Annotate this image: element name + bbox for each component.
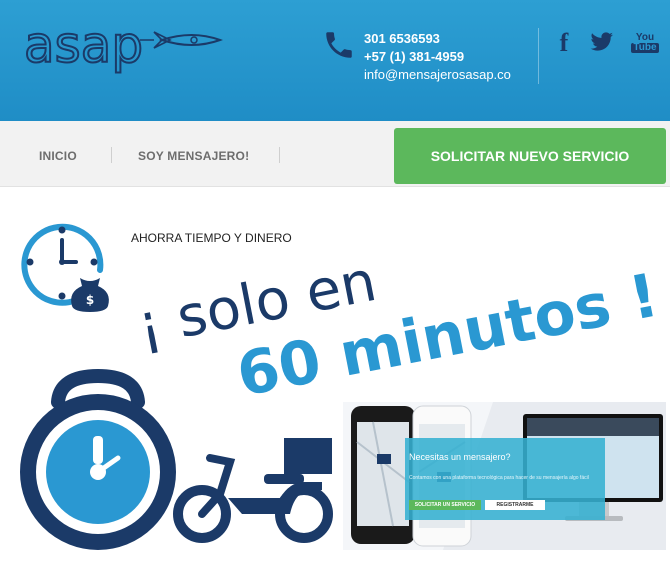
nav-divider (111, 147, 112, 163)
devices-promo: Necesitas un mensajero? Contamos con una… (343, 402, 666, 550)
youtube-icon[interactable]: You Tube (631, 30, 659, 56)
money-bag-icon: $ (71, 278, 109, 312)
asap-logo[interactable]: asap (22, 18, 227, 80)
svg-text:$: $ (86, 293, 94, 307)
logo-text: asap (24, 18, 143, 74)
request-service-button[interactable]: SOLICITAR NUEVO SERVICIO (394, 128, 666, 184)
page: asap 301 6536593 +57 (1) 381-4959 info@m… (0, 0, 670, 564)
contact-info: 301 6536593 +57 (1) 381-4959 info@mensaj… (364, 30, 511, 84)
nav-divider (279, 147, 280, 163)
nav-item-soy-mensajero[interactable]: SOY MENSAJERO! (138, 149, 249, 163)
site-header: asap 301 6536593 +57 (1) 381-4959 info@m… (0, 0, 670, 121)
phone-number-1[interactable]: 301 6536593 (364, 30, 511, 48)
promo-banner: Necesitas un mensajero? Contamos con una… (405, 438, 605, 520)
email-link[interactable]: info@mensajerosasap.co (364, 66, 511, 84)
moped-icon (173, 438, 333, 543)
facebook-icon[interactable]: f (556, 28, 572, 57)
headline: ¡ solo en 60 minutos ! (132, 249, 664, 410)
rocket-icon (140, 31, 223, 49)
promo-subtitle: Contamos con una plataforma tecnológica … (409, 475, 589, 481)
phone-number-2[interactable]: +57 (1) 381-4959 (364, 48, 511, 66)
promo-register-button[interactable]: REGISTRARME (485, 500, 545, 510)
clock-icon: $ (21, 223, 109, 312)
header-divider (538, 28, 539, 84)
stopwatch-icon (20, 368, 176, 550)
youtube-icon-bottom: Tube (631, 42, 659, 53)
twitter-icon[interactable] (588, 30, 616, 54)
nav-item-inicio[interactable]: INICIO (39, 149, 77, 163)
promo-title: Necesitas un mensajero? (409, 452, 511, 462)
phone-icon (326, 32, 352, 58)
promo-request-button[interactable]: SOLICITAR UN SERVICIO (409, 500, 481, 510)
